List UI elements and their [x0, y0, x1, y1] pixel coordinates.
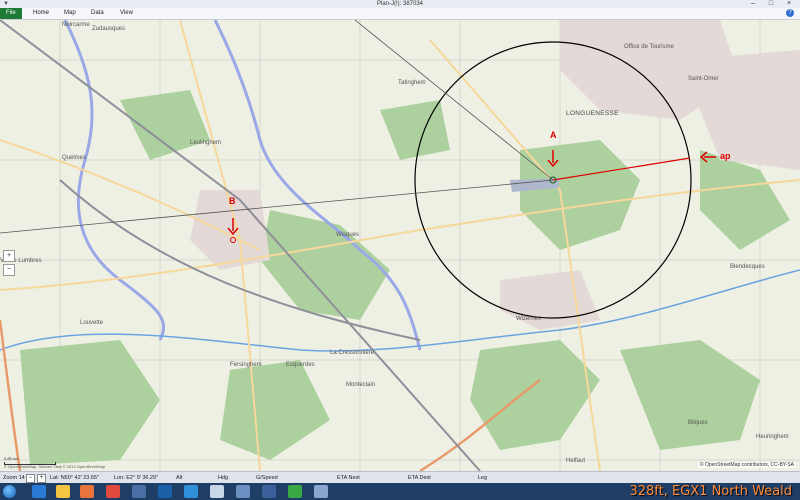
label-helfaut: Helfaut	[566, 458, 586, 464]
marker-label-ap: ap	[720, 151, 731, 161]
maximize-button[interactable]: □	[764, 0, 778, 8]
label-wisques: Wisques	[336, 232, 360, 238]
label-la-cressonniere: La Cressonnière	[330, 350, 375, 356]
start-button-icon[interactable]	[3, 485, 16, 498]
marker-label-b: B	[229, 196, 236, 206]
window-title: Plan-J(I): 387034	[376, 1, 424, 7]
chrome-icon[interactable]	[106, 485, 120, 498]
explorer-icon[interactable]	[56, 485, 70, 498]
marker-label-a: A	[550, 130, 557, 140]
overlay-flight-info: 328ft, EGX1 North Weald	[629, 484, 792, 499]
label-noircarme: Noircarme	[62, 22, 90, 28]
label-longuenesse: LONGUENESSE	[566, 110, 619, 117]
label-fersinghem: Fersinghem	[230, 362, 262, 368]
help-icon[interactable]: ?	[786, 9, 794, 17]
tab-view[interactable]: View	[120, 8, 133, 19]
edge-icon[interactable]	[184, 485, 198, 498]
app-icon-6[interactable]	[158, 485, 172, 498]
app-icon-9[interactable]	[236, 485, 250, 498]
zoom-out-tool[interactable]: −	[3, 264, 15, 276]
map-view[interactable]: A B ap Noircarme Zudausques Tatinghem Le…	[0, 20, 800, 471]
zoom-in-tool[interactable]: +	[3, 250, 15, 262]
tab-map[interactable]: Map	[64, 8, 76, 19]
label-blendecques: Blendecques	[730, 264, 765, 270]
map-attribution[interactable]: © OpenStreetMap contributors, CC-BY-SA	[697, 462, 796, 468]
zoom-in-button[interactable]: +	[37, 474, 46, 483]
label-louvette: Louvette	[80, 320, 104, 326]
media-player-icon[interactable]	[80, 485, 94, 498]
tab-data[interactable]: Data	[91, 8, 104, 19]
close-button[interactable]: ×	[782, 0, 796, 8]
label-quelmes: Quelmes	[62, 155, 87, 161]
map-canvas[interactable]	[0, 20, 800, 471]
app-icon-10[interactable]	[262, 485, 276, 498]
label-monteclain: Monteclain	[346, 382, 376, 388]
scale-label: 0.85 nm	[4, 456, 19, 461]
app-icon-8[interactable]	[210, 485, 224, 498]
zoom-out-button[interactable]: −	[26, 474, 35, 483]
tab-file[interactable]: File	[0, 8, 22, 19]
label-zudausques: Zudausques	[92, 26, 126, 32]
ribbon: File Home Map Data View ?	[0, 8, 800, 20]
app-icon-5[interactable]	[132, 485, 146, 498]
label-bilques: Bilques	[688, 420, 708, 426]
label-esquerdes: Esquerdes	[286, 362, 315, 368]
title-bar: ▼ Plan-J(I): 387034 – □ ×	[0, 0, 800, 8]
app-icon-12[interactable]	[314, 485, 328, 498]
minimize-button[interactable]: –	[746, 0, 760, 8]
tab-home[interactable]: Home	[33, 8, 49, 19]
label-leulinghem: Leulinghem	[190, 140, 222, 146]
label-wizernes: Wizernes	[516, 316, 542, 322]
label-saint-omer: Saint-Omer	[688, 76, 719, 82]
label-office-tourisme: Office de Tourisme	[624, 44, 674, 50]
label-heuringhem: Heuringhem	[756, 434, 789, 440]
map-credit: © OpenStreetMap, Stamen Tiles © 2013 Ope…	[4, 464, 106, 469]
label-tatinghem: Tatinghem	[398, 80, 426, 86]
app-icon-11[interactable]	[288, 485, 302, 498]
ie-icon[interactable]	[32, 485, 46, 498]
